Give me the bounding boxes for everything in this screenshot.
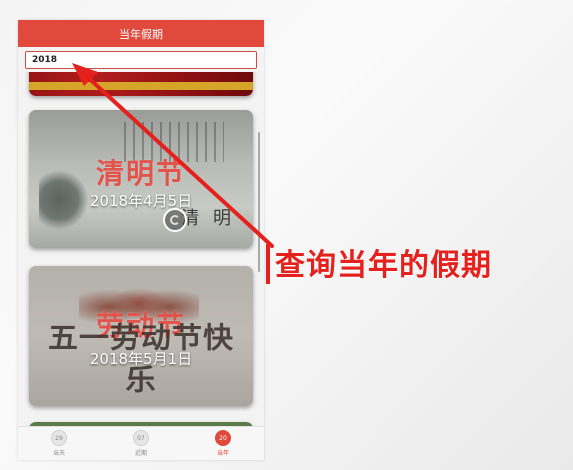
holiday-name: 清明节 bbox=[95, 157, 186, 190]
tab-label: 当天 bbox=[52, 450, 65, 457]
title-bar: 当年假期 bbox=[18, 20, 264, 47]
phone-screen: 当年假期 清明节 2018年4月5日 清 明 劳动节 2018年5月1日 五一劳… bbox=[18, 20, 264, 460]
card-image-text: 清 明 bbox=[181, 208, 235, 229]
holiday-card-partial[interactable] bbox=[29, 72, 253, 96]
holiday-card-qingming[interactable]: 清明节 2018年4月5日 清 明 bbox=[29, 110, 253, 248]
card-image-text: 五一劳动节快乐 bbox=[48, 321, 234, 397]
tab-bar: 29 当天 07 近期 20 当年 bbox=[18, 426, 264, 460]
calendar-day-icon: 07 bbox=[133, 430, 149, 446]
holiday-card-laodong[interactable]: 劳动节 2018年5月1日 五一劳动节快乐 bbox=[29, 266, 253, 406]
callout-marker bbox=[266, 244, 270, 284]
calendar-day-icon: 20 bbox=[215, 430, 231, 446]
tab-recent[interactable]: 07 近期 bbox=[100, 427, 182, 460]
tab-today[interactable]: 29 当天 bbox=[18, 427, 100, 460]
play-icon[interactable] bbox=[163, 208, 187, 232]
year-search-input[interactable] bbox=[25, 51, 257, 69]
holiday-list[interactable]: 清明节 2018年4月5日 清 明 劳动节 2018年5月1日 五一劳动节快乐 bbox=[18, 72, 264, 446]
tab-label: 近期 bbox=[134, 450, 147, 457]
tab-this-year[interactable]: 20 当年 bbox=[182, 427, 264, 460]
calendar-day-icon: 29 bbox=[51, 430, 67, 446]
page-title: 当年假期 bbox=[119, 27, 163, 41]
card-decoration bbox=[29, 82, 253, 90]
tab-label: 当年 bbox=[216, 450, 229, 457]
annotation-callout: 查询当年的假期 bbox=[275, 248, 492, 283]
scrollbar[interactable] bbox=[258, 132, 260, 272]
